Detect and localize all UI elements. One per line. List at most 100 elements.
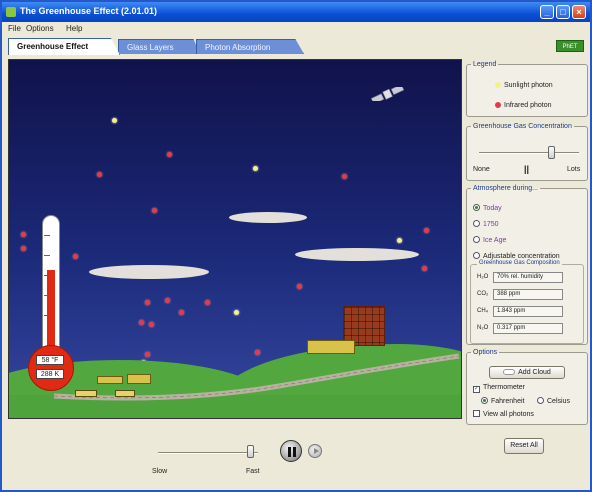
car (75, 390, 97, 397)
tab-photon-absorption[interactable]: Photon Absorption (196, 39, 304, 54)
concentration-title: Greenhouse Gas Concentration (473, 123, 572, 130)
cloud (229, 212, 307, 223)
atmosphere-option-adjustable[interactable]: Adjustable concentration (473, 252, 560, 260)
temperature-readout-k: 288 K (36, 369, 64, 379)
control-panel: Legend Sunlight photon Infrared photon G… (464, 59, 590, 429)
gas-value-ch4: 1.843 ppm (493, 306, 563, 317)
speed-slow-label: Slow (152, 468, 168, 475)
minimize-button[interactable]: _ (540, 5, 554, 19)
thermometer-toggle[interactable]: ✓ Thermometer (473, 384, 525, 393)
legend-sunlight-label: Sunlight photon (504, 82, 553, 89)
menu-options[interactable]: Options (26, 24, 54, 33)
radio-adjustable[interactable] (473, 252, 480, 259)
gas-label-ch4: CH₄ (477, 308, 489, 314)
bottom-controls: Slow Fast Reset All (8, 422, 544, 488)
gas-label-n2o: N₂O (477, 325, 489, 331)
legend-title: Legend (473, 61, 497, 68)
radio-ice-age[interactable] (473, 236, 480, 243)
legend-panel: Legend Sunlight photon Infrared photon (466, 61, 588, 117)
speed-fast-label: Fast (246, 468, 260, 475)
composition-title: Greenhouse Gas Composition (477, 260, 562, 266)
menu-help[interactable]: Help (66, 24, 82, 33)
menu-file[interactable]: File (8, 24, 21, 33)
sunlight-photon (112, 118, 117, 123)
speed-slider-thumb[interactable] (247, 445, 254, 458)
cloud (89, 265, 209, 279)
speed-slider-track[interactable] (158, 452, 258, 454)
simulation-canvas[interactable]: 58 °F 288 K (8, 59, 462, 419)
satellite-icon (371, 87, 405, 101)
legend-sunlight: Sunlight photon (495, 82, 553, 89)
fahrenheit-option[interactable]: Fahrenheit (481, 397, 524, 405)
maximize-button[interactable]: □ (556, 5, 570, 19)
gas-label-co2: CO₂ (477, 291, 489, 297)
atmosphere-title: Atmosphere during... (473, 185, 538, 192)
thermometer-tick (44, 255, 50, 256)
all-photons-toggle[interactable]: View all photons (473, 410, 534, 418)
composition-box: Greenhouse Gas Composition H₂O 70% rel. … (470, 260, 584, 344)
concentration-max-label: Lots (567, 166, 581, 173)
house (97, 376, 123, 384)
radio-1750[interactable] (473, 220, 480, 227)
concentration-slider-track[interactable] (479, 152, 579, 154)
house (127, 374, 151, 384)
cloud-icon (503, 369, 516, 375)
app-icon (6, 7, 16, 17)
infrared-photon (422, 266, 427, 271)
infrared-photon (167, 152, 172, 157)
tab-strip: Greenhouse Effect Glass Layers Photon Ab… (6, 38, 586, 55)
infrared-photon (205, 300, 210, 305)
temperature-readout-f: 58 °F (36, 355, 64, 365)
infrared-photon (165, 298, 170, 303)
reset-all-button[interactable]: Reset All (504, 438, 544, 454)
tab-glass-layers[interactable]: Glass Layers (118, 39, 200, 54)
close-button[interactable]: × (572, 5, 586, 19)
phet-logo: PhET (556, 40, 584, 52)
gas-value-h2o: 70% rel. humidity (493, 272, 563, 283)
infrared-photon (342, 174, 347, 179)
gas-value-n2o: 0.317 ppm (493, 323, 563, 334)
concentration-slider-thumb[interactable] (548, 146, 555, 159)
pause-icon (288, 447, 296, 457)
add-cloud-button[interactable]: Add Cloud (489, 366, 565, 379)
gas-label-h2o: H₂O (477, 274, 489, 280)
options-title: Options (473, 349, 498, 356)
infrared-photon (97, 172, 102, 177)
pause-button[interactable] (280, 440, 302, 462)
sunlight-photon (397, 238, 402, 243)
legend-infrared-label: Infrared photon (504, 102, 552, 109)
tab-greenhouse-effect[interactable]: Greenhouse Effect (8, 38, 120, 55)
infrared-photon (179, 310, 184, 315)
legend-infrared: Infrared photon (495, 102, 551, 109)
title-bar: The Greenhouse Effect (2.01.01) _ □ × (2, 2, 590, 22)
infrared-photon (21, 232, 26, 237)
atmosphere-option-1750[interactable]: 1750 (473, 220, 499, 228)
window-title: The Greenhouse Effect (2.01.01) (20, 6, 158, 16)
concentration-min-label: None (473, 166, 490, 173)
infrared-photon (149, 322, 154, 327)
car (115, 390, 135, 397)
step-button[interactable] (308, 444, 322, 458)
infrared-photon (145, 300, 150, 305)
infrared-photon (21, 246, 26, 251)
thermometer-bulb (28, 345, 74, 391)
concentration-marker: || (524, 164, 530, 174)
sunlight-photon (253, 166, 258, 171)
atmosphere-option-today[interactable]: Today (473, 204, 502, 212)
radio-celsius[interactable] (537, 397, 544, 404)
all-photons-checkbox[interactable] (473, 410, 480, 417)
app-window: The Greenhouse Effect (2.01.01) _ □ × Fi… (0, 0, 592, 492)
radio-today[interactable] (473, 204, 480, 211)
thermometer-tick (44, 235, 50, 236)
options-panel: Options Add Cloud ✓ Thermometer Fahrenhei… (466, 349, 588, 425)
sunlight-photon (234, 310, 239, 315)
radio-fahrenheit[interactable] (481, 397, 488, 404)
celsius-option[interactable]: Celsius (537, 397, 570, 405)
menu-bar: File Options Help (2, 22, 590, 36)
thermometer-checkbox[interactable]: ✓ (473, 386, 480, 393)
sunlight-photon-icon (495, 82, 501, 88)
atmosphere-panel: Atmosphere during... Today 1750 Ice Age … (466, 185, 588, 345)
atmosphere-option-ice-age[interactable]: Ice Age (473, 236, 506, 244)
gas-value-co2: 388 ppm (493, 289, 563, 300)
concentration-panel: Greenhouse Gas Concentration None || Lot… (466, 123, 588, 181)
